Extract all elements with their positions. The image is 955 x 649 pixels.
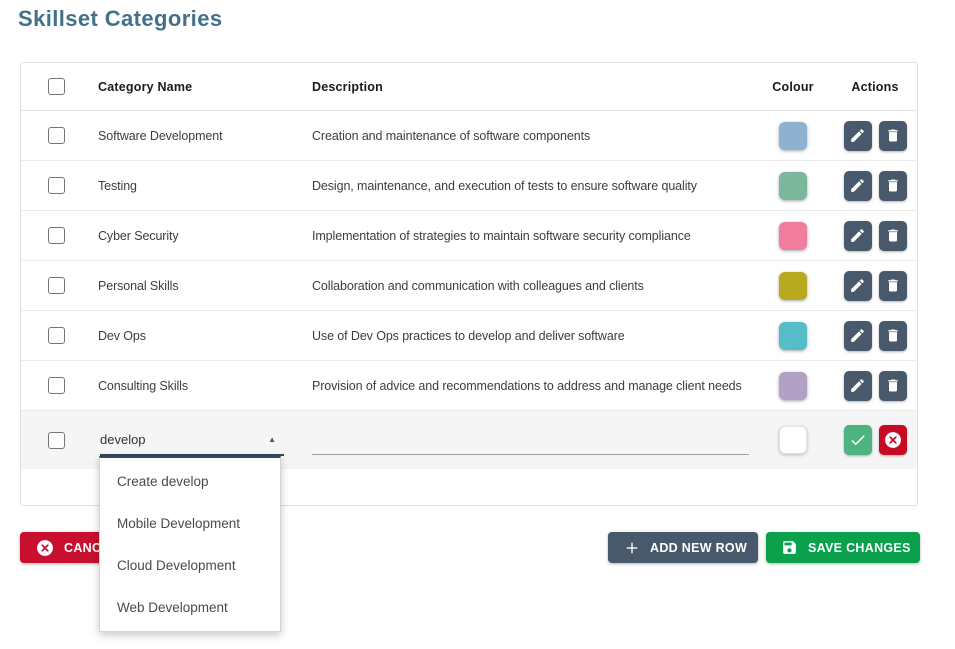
edit-button[interactable] xyxy=(844,321,872,351)
pencil-icon xyxy=(849,277,866,294)
trash-icon xyxy=(885,377,901,394)
edit-button[interactable] xyxy=(844,371,872,401)
colour-swatch xyxy=(779,222,807,250)
dropdown-option-web[interactable]: Web Development xyxy=(100,587,280,629)
category-name-cell: Testing xyxy=(98,179,137,193)
table-header-row: Category Name Description Colour Actions xyxy=(21,63,917,111)
row-checkbox[interactable] xyxy=(48,177,65,194)
category-name-cell: Software Development xyxy=(98,129,222,143)
table-row: Cyber Security Implementation of strateg… xyxy=(21,211,917,261)
trash-icon xyxy=(885,227,901,244)
check-icon xyxy=(849,431,867,449)
category-name-cell: Consulting Skills xyxy=(98,379,188,393)
pencil-icon xyxy=(849,127,866,144)
save-changes-label: SAVE CHANGES xyxy=(808,541,911,555)
description-cell: Creation and maintenance of software com… xyxy=(312,129,590,143)
row-checkbox[interactable] xyxy=(48,127,65,144)
table-row: Testing Design, maintenance, and executi… xyxy=(21,161,917,211)
table-row: Consulting Skills Provision of advice an… xyxy=(21,361,917,411)
description-cell: Implementation of strategies to maintain… xyxy=(312,229,691,243)
category-dropdown-menu: Create develop Mobile Development Cloud … xyxy=(99,456,281,632)
save-changes-button[interactable]: SAVE CHANGES xyxy=(766,532,920,563)
actions-header: Actions xyxy=(851,80,898,94)
row-checkbox[interactable] xyxy=(48,377,65,394)
table-row: Dev Ops Use of Dev Ops practices to deve… xyxy=(21,311,917,361)
description-cell: Use of Dev Ops practices to develop and … xyxy=(312,329,625,343)
edit-button[interactable] xyxy=(844,121,872,151)
delete-button[interactable] xyxy=(879,371,907,401)
colour-swatch xyxy=(779,172,807,200)
category-name-cell: Dev Ops xyxy=(98,329,146,343)
categories-table: Category Name Description Colour Actions… xyxy=(20,62,918,506)
trash-icon xyxy=(885,177,901,194)
description-header: Description xyxy=(312,80,383,94)
trash-icon xyxy=(885,327,901,344)
description-cell: Collaboration and communication with col… xyxy=(312,279,644,293)
colour-swatch xyxy=(779,272,807,300)
add-new-row-label: ADD NEW ROW xyxy=(650,541,747,555)
circle-x-icon xyxy=(883,430,903,450)
trash-icon xyxy=(885,277,901,294)
row-checkbox[interactable] xyxy=(48,227,65,244)
category-name-cell: Cyber Security xyxy=(98,229,179,243)
circle-x-icon xyxy=(35,538,55,558)
dropdown-option-create[interactable]: Create develop xyxy=(100,460,280,502)
description-cell: Provision of advice and recommendations … xyxy=(312,379,742,393)
trash-icon xyxy=(885,127,901,144)
skillset-categories-page: Skillset Categories Category Name Descri… xyxy=(0,0,955,649)
delete-button[interactable] xyxy=(879,171,907,201)
colour-swatch xyxy=(779,372,807,400)
pencil-icon xyxy=(849,377,866,394)
category-name-select[interactable]: develop ▲ xyxy=(100,424,284,456)
category-name-header: Category Name xyxy=(98,80,192,94)
colour-swatch xyxy=(779,322,807,350)
select-all-checkbox[interactable] xyxy=(48,78,65,95)
table-row: Personal Skills Collaboration and commun… xyxy=(21,261,917,311)
add-new-row-button[interactable]: ADD NEW ROW xyxy=(608,532,758,563)
edit-button[interactable] xyxy=(844,171,872,201)
confirm-row-button[interactable] xyxy=(844,425,872,455)
category-name-select-value: develop xyxy=(100,432,146,447)
category-name-cell: Personal Skills xyxy=(98,279,178,293)
colour-header: Colour xyxy=(772,80,813,94)
delete-button[interactable] xyxy=(879,321,907,351)
row-checkbox[interactable] xyxy=(48,327,65,344)
caret-up-icon: ▲ xyxy=(268,435,284,444)
pencil-icon xyxy=(849,177,866,194)
save-icon xyxy=(781,539,798,556)
dropdown-option-mobile[interactable]: Mobile Development xyxy=(100,502,280,544)
colour-swatch xyxy=(779,122,807,150)
plus-icon xyxy=(624,540,640,556)
description-input[interactable] xyxy=(312,425,749,455)
discard-row-button[interactable] xyxy=(879,425,907,455)
row-checkbox[interactable] xyxy=(48,432,65,449)
pencil-icon xyxy=(849,227,866,244)
edit-button[interactable] xyxy=(844,271,872,301)
row-checkbox[interactable] xyxy=(48,277,65,294)
delete-button[interactable] xyxy=(879,271,907,301)
table-row: Software Development Creation and mainte… xyxy=(21,111,917,161)
dropdown-option-cloud[interactable]: Cloud Development xyxy=(100,545,280,587)
delete-button[interactable] xyxy=(879,221,907,251)
description-cell: Design, maintenance, and execution of te… xyxy=(312,179,697,193)
colour-swatch-picker[interactable] xyxy=(779,426,807,454)
edit-button[interactable] xyxy=(844,221,872,251)
delete-button[interactable] xyxy=(879,121,907,151)
pencil-icon xyxy=(849,327,866,344)
page-title: Skillset Categories xyxy=(18,6,222,32)
